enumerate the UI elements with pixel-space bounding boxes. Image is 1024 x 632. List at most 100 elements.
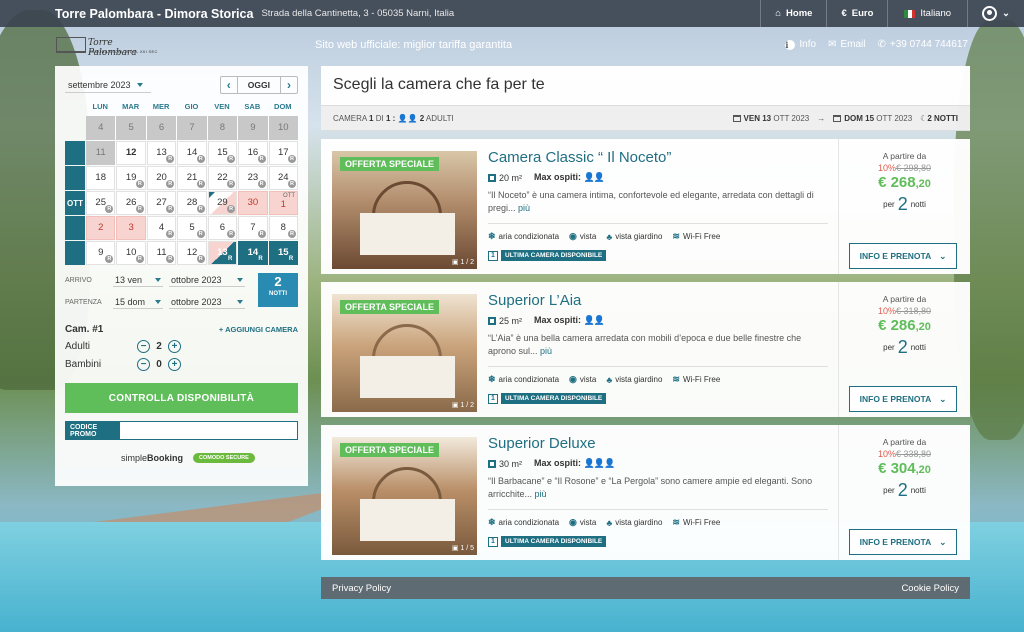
calendar-day[interactable]: 22 R xyxy=(207,166,238,190)
restriction-badge: R xyxy=(227,180,236,188)
phone-icon: ✆ xyxy=(877,39,886,50)
calendar-day[interactable]: 7R xyxy=(238,216,268,240)
calendar-day[interactable]: 26 R xyxy=(116,191,146,215)
day-number: 26 xyxy=(125,197,137,208)
restriction-badge: R xyxy=(196,205,205,213)
hotel-logo[interactable]: Torre Palombara DIMORA STORICA DEL XIII … xyxy=(56,35,158,58)
month-column xyxy=(65,141,85,165)
calendar-day[interactable]: 6R xyxy=(207,216,238,240)
arrival-month-select[interactable]: ottobre 2023 xyxy=(169,274,245,287)
today-button[interactable]: OGGI xyxy=(236,77,281,93)
calendar-day[interactable]: 23 R xyxy=(238,166,268,190)
calendar-day[interactable]: 16 R xyxy=(238,141,268,165)
hotel-name[interactable]: Torre Palombara - Dimora Storica xyxy=(55,7,253,21)
room-description: “Il Barbacane” e “Il Rosone” e “La Pergo… xyxy=(488,475,828,510)
cookie-policy-link[interactable]: Cookie Policy xyxy=(901,583,959,594)
calendar-day[interactable]: 13 R xyxy=(146,141,177,165)
check-availability-button[interactable]: CONTROLLA DISPONIBILITÀ xyxy=(65,383,298,413)
home-link[interactable]: ⌂ Home xyxy=(760,0,826,27)
calendar-day[interactable]: 5R xyxy=(177,216,207,240)
amenity-label: aria condizionata xyxy=(498,232,560,241)
calendar-day[interactable]: 12 xyxy=(116,141,146,165)
calendar-day[interactable]: 11 R xyxy=(146,241,177,265)
calendar-day[interactable]: 10 R xyxy=(116,241,146,265)
calendar-day[interactable]: 18 xyxy=(86,166,116,190)
read-more-link[interactable]: più xyxy=(540,346,552,356)
prev-month-button[interactable]: ‹ xyxy=(221,77,237,93)
calendar-day[interactable]: 20 R xyxy=(146,166,177,190)
language-selector[interactable]: Italiano xyxy=(887,0,967,27)
calendar-day[interactable]: 24 R xyxy=(268,166,298,190)
calendar-day[interactable]: 14 R xyxy=(177,141,207,165)
per-label: per xyxy=(883,486,895,495)
departure-day-select[interactable]: 15 dom xyxy=(113,296,163,309)
amenity-garden: ♣ vista giardino xyxy=(606,374,662,385)
calendar-day[interactable]: 12 R xyxy=(177,241,207,265)
account-menu[interactable]: ⌄ xyxy=(967,0,1024,27)
room-name[interactable]: Superior L’Aia xyxy=(488,292,828,310)
brand-logos: simpleBooking COMODO SECURE xyxy=(65,453,298,463)
children-minus-button[interactable]: − xyxy=(137,357,150,371)
next-month-button[interactable]: › xyxy=(281,77,297,93)
calendar-day[interactable]: 21 R xyxy=(177,166,207,190)
day-number: 15 xyxy=(217,147,228,158)
calendar-day[interactable]: 1 OTT xyxy=(268,191,298,215)
camera-word: CAMERA xyxy=(333,113,367,123)
from-label: A partire da xyxy=(882,294,927,304)
calendar-day[interactable]: 13 R xyxy=(207,241,238,265)
room-photo[interactable]: OFFERTA SPECIALE ▣ 1 / 5 xyxy=(332,437,477,555)
promo-code-input[interactable] xyxy=(120,422,297,439)
discount-percent: 10% xyxy=(877,163,896,173)
restriction-badge: R xyxy=(257,180,266,188)
month-label: settembre 2023 xyxy=(68,79,131,90)
privacy-policy-link[interactable]: Privacy Policy xyxy=(332,583,391,594)
room-name[interactable]: Camera Classic “ Il Noceto” xyxy=(488,149,828,167)
read-more-link[interactable]: più xyxy=(518,203,530,213)
restriction-badge: R xyxy=(135,205,144,213)
info-book-button[interactable]: INFO E PRENOTA ⌄ xyxy=(849,386,957,412)
calendar-day[interactable]: 14 R xyxy=(238,241,268,265)
children-plus-button[interactable]: + xyxy=(168,357,181,371)
phone-link[interactable]: ✆ +39 0744 744617 xyxy=(877,39,968,50)
per-nights: per 2 notti xyxy=(839,194,970,215)
arrival-day-select[interactable]: 13 ven xyxy=(113,274,163,287)
calendar-day[interactable]: 2 xyxy=(86,216,116,240)
info-book-button[interactable]: INFO E PRENOTA ⌄ xyxy=(849,243,957,269)
hotel-address: Strada della Cantinetta, 3 - 05035 Narni… xyxy=(261,8,455,19)
calendar-day[interactable]: 25 R xyxy=(86,191,116,215)
calendar-day[interactable]: 8R xyxy=(268,216,298,240)
restriction-badge: R xyxy=(166,205,175,213)
room-name[interactable]: Superior Deluxe xyxy=(488,435,828,453)
calendar-day[interactable]: 9R xyxy=(86,241,116,265)
day-number: 30 xyxy=(247,197,259,208)
info-link[interactable]: i Info xyxy=(785,39,816,50)
room-photo[interactable]: OFFERTA SPECIALE ▣ 1 / 2 xyxy=(332,151,477,269)
add-room-button[interactable]: + AGGIUNGI CAMERA xyxy=(219,325,298,334)
day-number: 10 xyxy=(277,122,289,133)
calendar-day[interactable]: 28 R xyxy=(177,191,207,215)
calendar-day[interactable]: 15 R xyxy=(207,141,238,165)
currency-selector[interactable]: € Euro xyxy=(826,0,887,27)
guest-icons: 👤👤 xyxy=(583,172,605,182)
calendar-day[interactable]: 15 R xyxy=(268,241,298,265)
calendar-day[interactable]: 3 xyxy=(116,216,146,240)
departure-month-select[interactable]: ottobre 2023 xyxy=(169,296,245,309)
calendar-day[interactable]: 27 R xyxy=(146,191,177,215)
room-photo[interactable]: OFFERTA SPECIALE ▣ 1 / 2 xyxy=(332,294,477,412)
adults-minus-button[interactable]: − xyxy=(137,339,150,353)
calendar-day[interactable]: 29 R xyxy=(207,191,238,215)
amenity-label: Wi-Fi Free xyxy=(682,232,721,241)
discount-percent: 10% xyxy=(877,306,896,316)
calendar-day[interactable]: 4R xyxy=(146,216,177,240)
adults-plus-button[interactable]: + xyxy=(168,339,181,353)
email-link[interactable]: ✉ Email xyxy=(828,39,865,50)
read-more-link[interactable]: più xyxy=(535,489,547,499)
per-label: per xyxy=(883,343,895,352)
calendar-day[interactable]: 30 xyxy=(238,191,268,215)
calendar-day[interactable]: 17 R xyxy=(268,141,298,165)
per-label: per xyxy=(883,200,895,209)
month-select[interactable]: settembre 2023 xyxy=(65,78,151,93)
departure-day-value: 15 dom xyxy=(115,296,146,307)
info-book-button[interactable]: INFO E PRENOTA ⌄ xyxy=(849,529,957,555)
calendar-day[interactable]: 19 R xyxy=(116,166,146,190)
